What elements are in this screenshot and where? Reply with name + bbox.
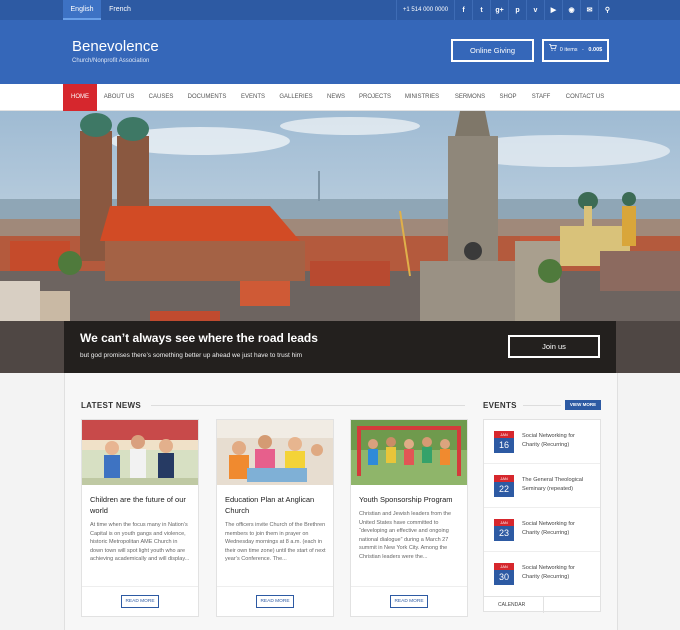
top-bar: English French +1 514 000 0000 f t g+ p …: [0, 0, 680, 20]
event-title[interactable]: Social Networking for Charity (Recurring…: [522, 520, 594, 538]
nav-item-ministries[interactable]: MINISTRIES: [397, 84, 447, 111]
vimeo-icon[interactable]: v: [526, 0, 544, 20]
event-day: 30: [494, 570, 514, 585]
card-divider: [217, 586, 333, 587]
news-title[interactable]: Children are the future of our world: [90, 494, 192, 516]
event-month: JAN: [494, 475, 514, 482]
cart-total: 0.00$: [588, 47, 603, 53]
news-card: Youth Sponsorship Program Christian and …: [350, 419, 468, 617]
event-title[interactable]: The General Theological Seminary (repeat…: [522, 476, 594, 494]
nav-item-contact-us[interactable]: CONTACT US: [559, 84, 611, 111]
news-excerpt: The officers invite Church of the Brethr…: [225, 522, 326, 563]
nav-item-projects[interactable]: PROJECTS: [353, 84, 397, 111]
event-item[interactable]: JAN 30 Social Networking for Charity (Re…: [484, 552, 600, 596]
hero-overlay: We can’t always see where the road leads…: [64, 321, 616, 373]
news-title[interactable]: Education Plan at Anglican Church: [225, 494, 327, 516]
news-image[interactable]: [351, 420, 467, 485]
calendar-tab[interactable]: CALENDAR: [498, 597, 525, 613]
nav-item-galleries[interactable]: GALLERIES: [273, 84, 319, 111]
rss-icon[interactable]: ◉: [562, 0, 580, 20]
language-french[interactable]: French: [101, 0, 139, 20]
twitter-icon[interactable]: t: [472, 0, 490, 20]
news-image[interactable]: [82, 420, 198, 485]
event-item[interactable]: JAN 23 Social Networking for Charity (Re…: [484, 508, 600, 552]
site-brand[interactable]: Benevolence: [72, 38, 159, 55]
nav-item-shop[interactable]: SHOP: [493, 84, 523, 111]
join-us-button[interactable]: Join us: [508, 335, 600, 358]
news-card: Children are the future of our world At …: [81, 419, 199, 617]
language-english[interactable]: English: [63, 0, 101, 20]
cart-button[interactable]: 0 items - 0.00$: [542, 39, 609, 62]
card-divider: [351, 586, 467, 587]
latest-news-title: LATEST NEWS: [81, 401, 142, 410]
nav-item-about-us[interactable]: ABOUT US: [97, 84, 141, 111]
event-day: 22: [494, 482, 514, 497]
youtube-icon[interactable]: ▶: [544, 0, 562, 20]
events-list: JAN 16 Social Networking for Charity (Re…: [483, 419, 601, 613]
main-nav: HOME ABOUT US CAUSES DOCUMENTS EVENTS GA…: [0, 84, 680, 111]
nav-item-staff[interactable]: STAFF: [523, 84, 559, 111]
google-plus-icon[interactable]: g+: [490, 0, 508, 20]
pinterest-icon[interactable]: p: [508, 0, 526, 20]
tab-divider: [543, 597, 544, 613]
news-title[interactable]: Youth Sponsorship Program: [359, 494, 461, 505]
cart-icon: [548, 41, 557, 60]
event-day: 23: [494, 526, 514, 541]
nav-item-home[interactable]: HOME: [63, 84, 97, 111]
online-giving-button[interactable]: Online Giving: [451, 39, 534, 62]
nav-item-causes[interactable]: CAUSES: [141, 84, 181, 111]
news-title-rule: [151, 405, 465, 406]
hero-subtitle: but god promises there’s something bette…: [80, 352, 303, 359]
events-title-rule: [523, 405, 561, 406]
site-header: Benevolence Church/Nonprofit Association…: [0, 20, 680, 84]
events-title: EVENTS: [483, 401, 517, 410]
event-day: 16: [494, 438, 514, 453]
cart-separator: -: [580, 47, 586, 53]
read-more-button[interactable]: READ MORE: [121, 595, 159, 608]
event-item[interactable]: JAN 16 Social Networking for Charity (Re…: [484, 420, 600, 464]
news-image[interactable]: [217, 420, 333, 485]
phone-number: +1 514 000 0000: [396, 0, 454, 20]
nav-item-events[interactable]: EVENTS: [233, 84, 273, 111]
event-month: JAN: [494, 519, 514, 526]
nav-item-documents[interactable]: DOCUMENTS: [181, 84, 233, 111]
hero-title: We can’t always see where the road leads: [80, 331, 318, 345]
calendar-tab-bar: CALENDAR: [484, 596, 600, 613]
email-icon[interactable]: ✉: [580, 0, 598, 20]
event-item[interactable]: JAN 22 The General Theological Seminary …: [484, 464, 600, 508]
event-month: JAN: [494, 563, 514, 570]
card-divider: [82, 586, 198, 587]
nav-item-sermons[interactable]: SERMONS: [447, 84, 493, 111]
facebook-icon[interactable]: f: [454, 0, 472, 20]
search-icon[interactable]: ⚲: [598, 0, 616, 20]
event-month: JAN: [494, 431, 514, 438]
main-content: LATEST NEWS EVENTS VIEW MORE Children ar…: [64, 373, 618, 630]
news-excerpt: Christian and Jewish leaders from the Un…: [359, 511, 452, 560]
read-more-button[interactable]: READ MORE: [390, 595, 428, 608]
nav-item-news[interactable]: NEWS: [319, 84, 353, 111]
news-card: Education Plan at Anglican Church The of…: [216, 419, 334, 617]
site-tagline: Church/Nonprofit Association: [72, 58, 150, 64]
news-excerpt: At time when the focus many in Nation’s …: [90, 522, 190, 563]
view-more-button[interactable]: VIEW MORE: [565, 400, 601, 410]
read-more-button[interactable]: READ MORE: [256, 595, 294, 608]
cart-items: 0 items: [559, 47, 578, 53]
event-title[interactable]: Social Networking for Charity (Recurring…: [522, 432, 594, 450]
social-links: f t g+ p v ▶ ◉ ✉ ⚲: [454, 0, 616, 20]
event-title[interactable]: Social Networking for Charity (Recurring…: [522, 564, 594, 582]
hero-banner: We can’t always see where the road leads…: [0, 111, 680, 373]
